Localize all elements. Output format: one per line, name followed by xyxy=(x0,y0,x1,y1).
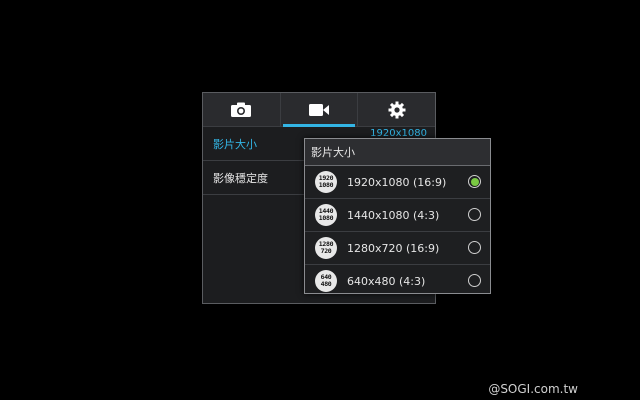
settings-tabs xyxy=(203,93,435,127)
option-label: 1920x1080 (16:9) xyxy=(347,175,447,189)
resolution-icon: 1440 1080 xyxy=(315,204,337,226)
setting-label: 影片大小 xyxy=(213,137,257,151)
resolution-icon: 640 480 xyxy=(315,270,337,292)
radio-button[interactable] xyxy=(468,208,481,221)
gear-icon xyxy=(388,101,406,118)
tab-settings[interactable] xyxy=(358,93,435,126)
option-1920x1080[interactable]: 1920 1080 1920x1080 (16:9) xyxy=(305,166,490,199)
resolution-icon: 1280 720 xyxy=(315,237,337,259)
option-1280x720[interactable]: 1280 720 1280x720 (16:9) xyxy=(305,232,490,265)
radio-button[interactable] xyxy=(468,274,481,287)
video-size-popup: 影片大小 1920 1080 1920x1080 (16:9) 1440 108… xyxy=(304,138,491,294)
resolution-icon: 1920 1080 xyxy=(315,171,337,193)
tab-camera[interactable] xyxy=(203,93,281,126)
option-label: 1280x720 (16:9) xyxy=(347,241,440,255)
option-label: 1440x1080 (4:3) xyxy=(347,208,440,222)
tab-video[interactable] xyxy=(281,93,359,127)
screen: 影片大小 1920x1080 影像穩定度 影片大小 1920 1080 1920… xyxy=(0,0,640,400)
video-camera-icon xyxy=(309,103,329,116)
setting-label: 影像穩定度 xyxy=(213,171,268,185)
option-1440x1080[interactable]: 1440 1080 1440x1080 (4:3) xyxy=(305,199,490,232)
popup-title: 影片大小 xyxy=(305,139,490,166)
option-label: 640x480 (4:3) xyxy=(347,274,426,288)
watermark: @SOGI.com.tw xyxy=(488,382,578,396)
camera-icon xyxy=(231,102,252,117)
radio-dot xyxy=(470,177,479,186)
radio-button-checked[interactable] xyxy=(468,175,481,188)
option-640x480[interactable]: 640 480 640x480 (4:3) xyxy=(305,265,490,297)
radio-button[interactable] xyxy=(468,241,481,254)
